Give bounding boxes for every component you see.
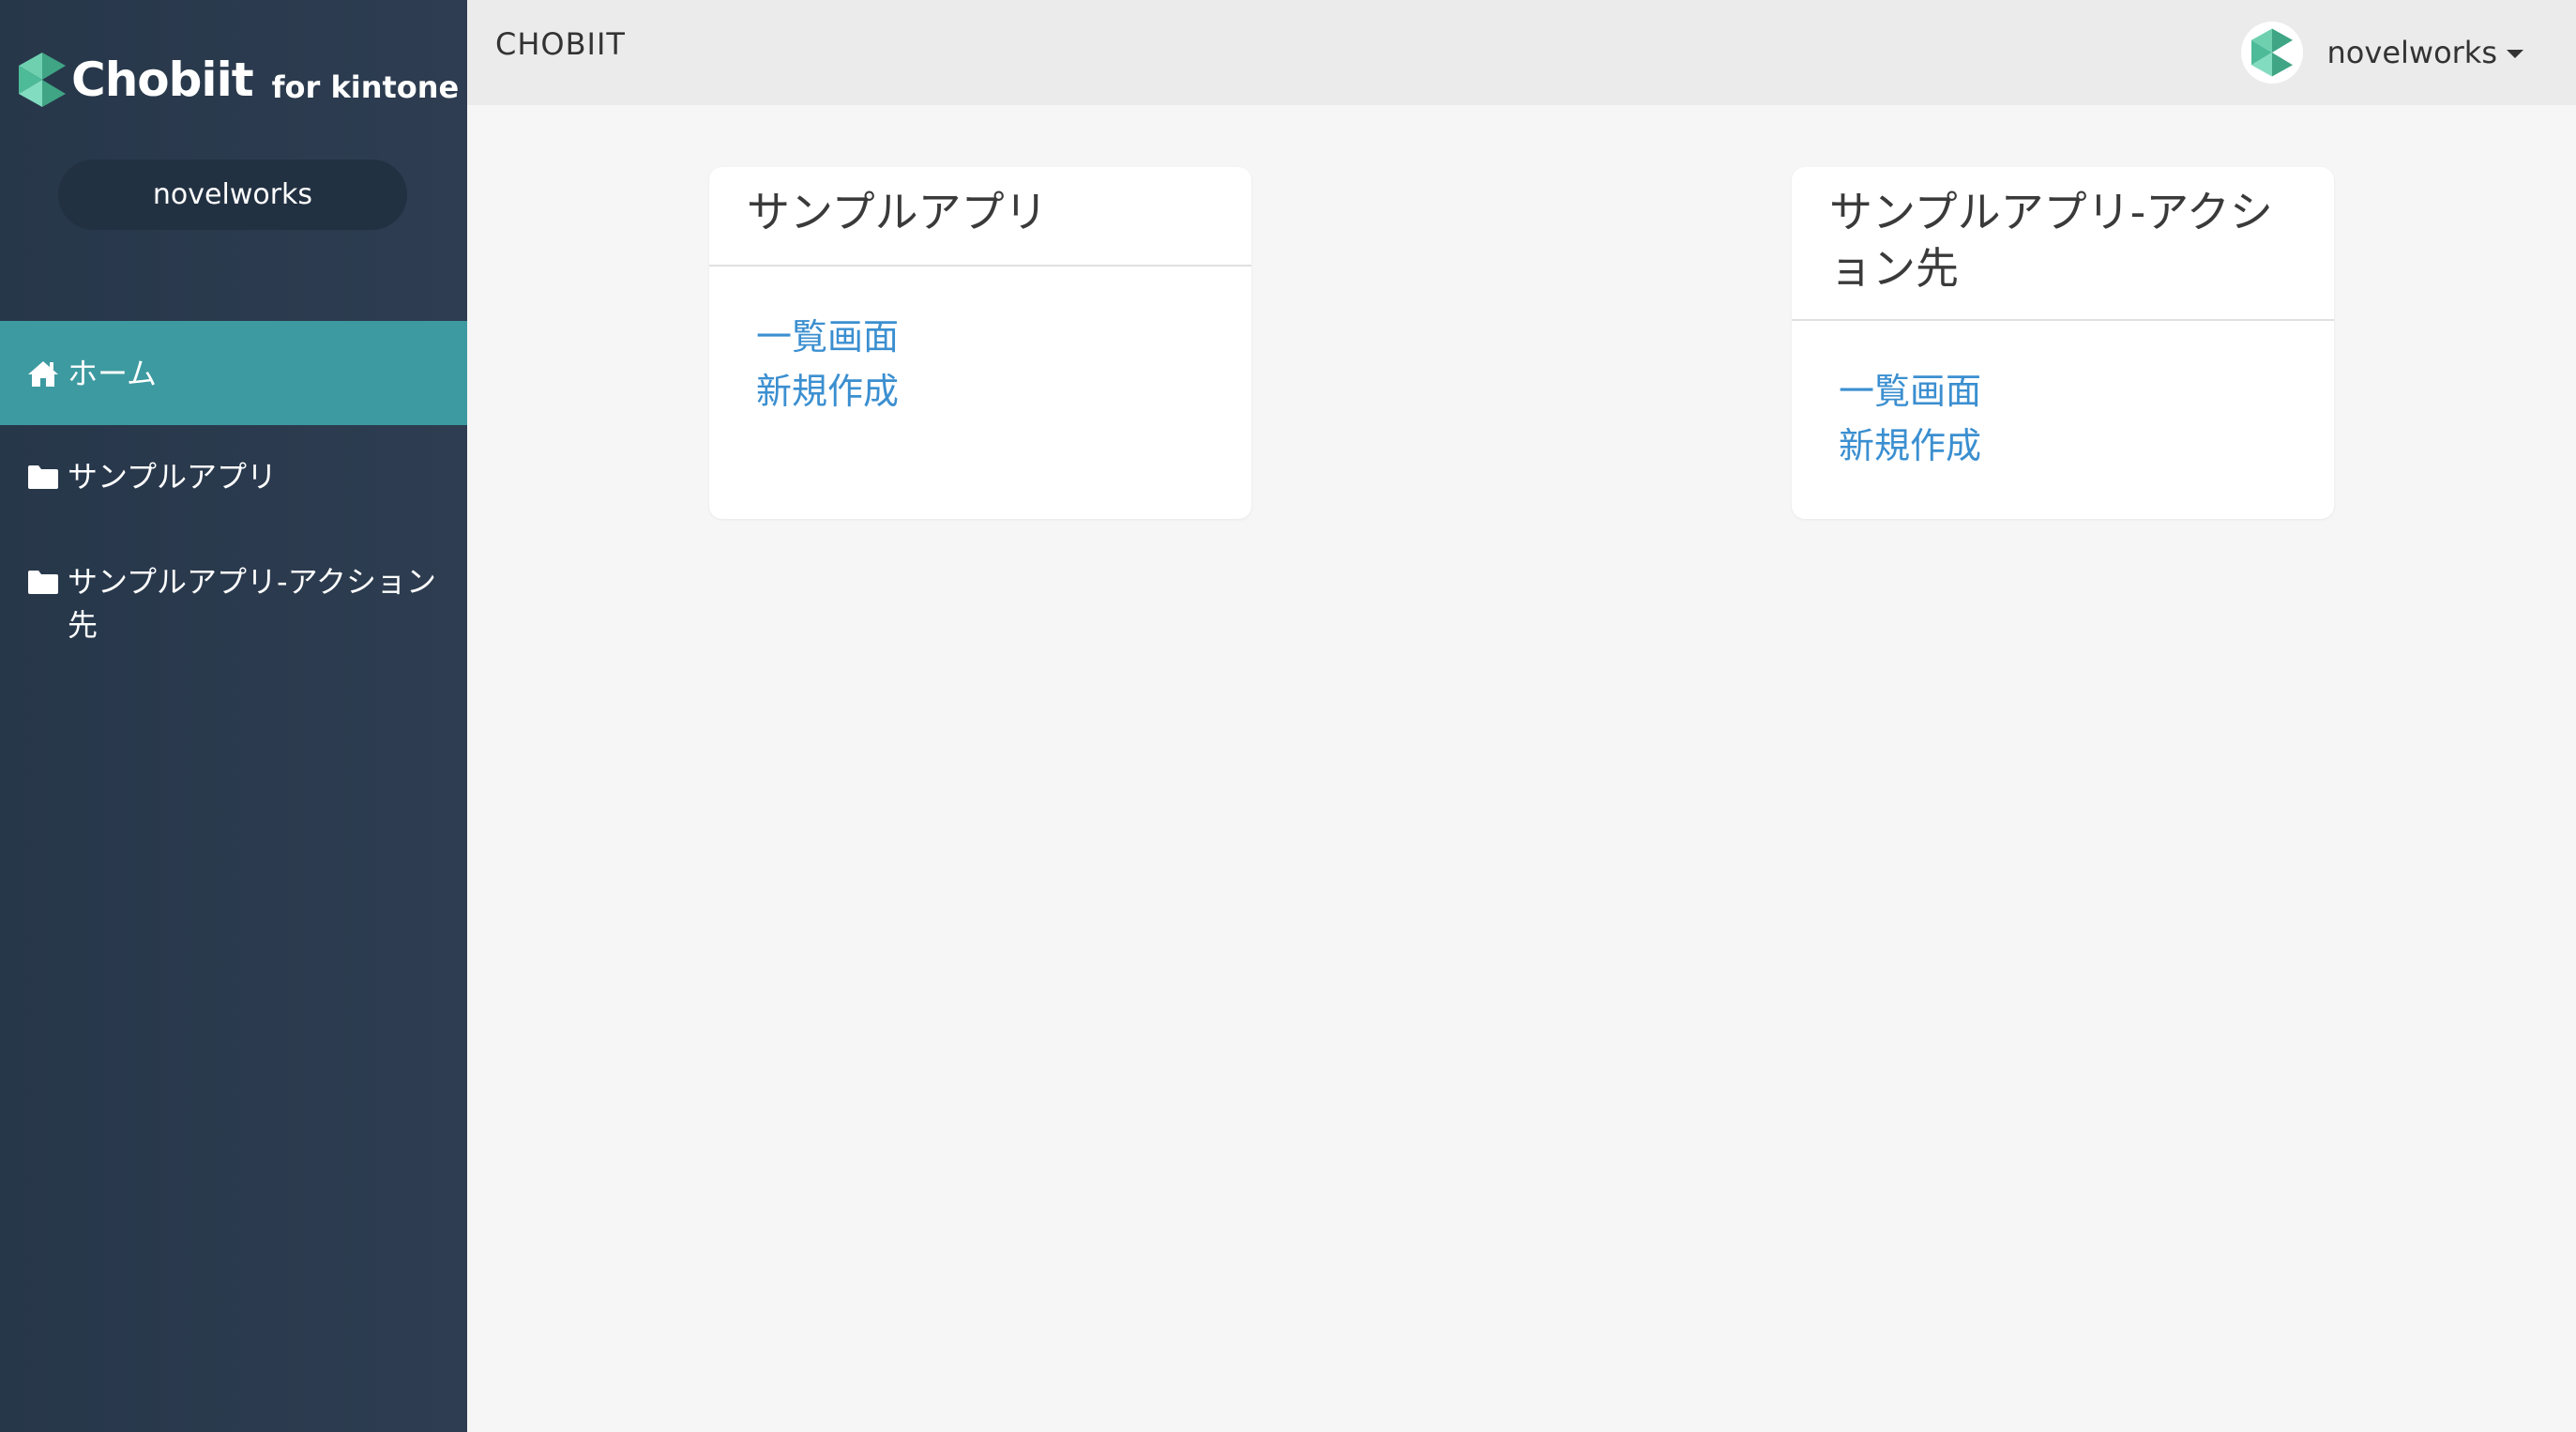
list-view-link[interactable]: 一覧画面 [1839,364,2287,419]
sidebar-item-home[interactable]: ホーム [0,321,467,425]
sidebar-nav: ホーム サンプルアプリ サンプルアプリ-アクション先 [0,321,467,647]
card-title: サンプルアプリ-アクション先 [1792,167,2334,321]
brand-title[interactable]: CHOBIIT [495,26,626,62]
card-links: 一覧画面 新規作成 [1792,321,2334,473]
sidebar-item-label: ホーム [68,355,158,391]
chobiit-logo-icon [19,53,66,107]
logo-wordmark: Chobiit [71,53,254,107]
account-name: novelworks [2326,35,2497,70]
folder-icon [26,567,60,597]
card-title: サンプルアプリ [709,167,1251,267]
sidebar-item-sample-app[interactable]: サンプルアプリ [0,425,467,528]
chobiit-logo-icon [2250,28,2293,77]
top-header: CHOBIIT novelworks [467,0,2576,105]
home-icon [26,358,60,388]
app-card: サンプルアプリ-アクション先 一覧画面 新規作成 [1792,167,2334,519]
app-root: Chobiit for kintone novelworks ホーム サンプルア… [0,0,2576,1432]
sidebar: Chobiit for kintone novelworks ホーム サンプルア… [0,0,467,1432]
sidebar-item-sample-app-action[interactable]: サンプルアプリ-アクション先 [0,528,467,647]
new-record-link[interactable]: 新規作成 [1839,419,2287,473]
user-pill-label: novelworks [152,178,313,211]
account-menu[interactable]: novelworks [2240,21,2523,84]
sidebar-item-label: サンプルアプリ [68,459,278,495]
folder-icon [26,462,60,492]
card-links: 一覧画面 新規作成 [709,267,1251,419]
sidebar-item-label: サンプルアプリ-アクション先 [68,564,436,643]
chobiit-logo[interactable]: Chobiit for kintone [19,47,459,113]
avatar [2240,22,2303,84]
new-record-link[interactable]: 新規作成 [756,364,1205,419]
logo-subtitle: for kintone [271,69,460,105]
user-pill: novelworks [58,160,407,230]
app-card: サンプルアプリ 一覧画面 新規作成 [709,167,1251,519]
list-view-link[interactable]: 一覧画面 [756,310,1205,364]
chevron-down-icon [2507,49,2523,58]
